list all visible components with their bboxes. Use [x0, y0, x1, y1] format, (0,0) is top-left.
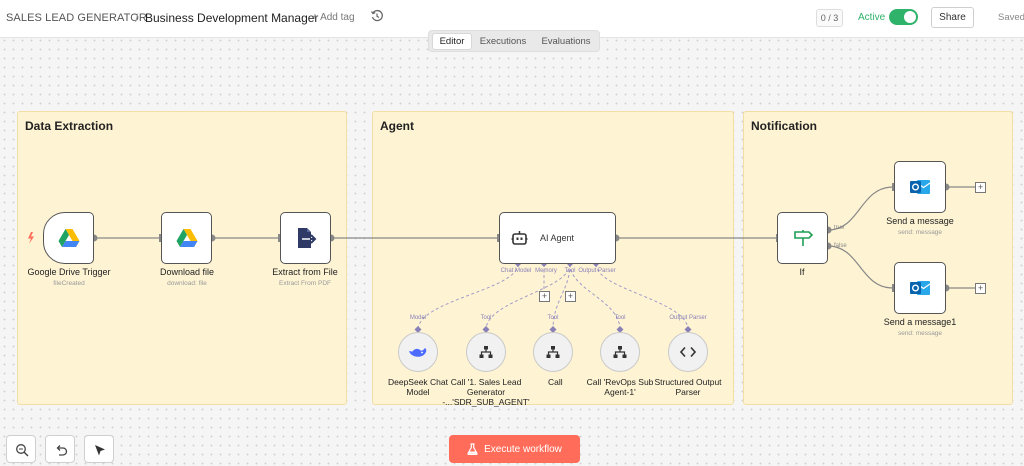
- cursor-icon: [95, 445, 105, 456]
- undo-button[interactable]: [45, 435, 75, 463]
- sitemap-icon: [546, 346, 560, 358]
- execute-workflow-button[interactable]: Execute workflow: [449, 435, 580, 463]
- node-subtitle: fileCreated: [53, 280, 85, 287]
- port-label-chat-model: Chat Model: [500, 268, 532, 274]
- sub-port-label: Tool: [614, 315, 626, 321]
- sub-node-label: Structured Output Parser: [648, 377, 728, 397]
- branch-label-true: true: [834, 225, 845, 231]
- node-send-message[interactable]: [894, 161, 946, 213]
- label-line: Model: [406, 387, 430, 397]
- label-line: Call '1. Sales Lead: [450, 377, 522, 387]
- port-label-output-parser: Output Parser: [578, 268, 616, 274]
- add-memory-button[interactable]: +: [539, 291, 550, 302]
- robot-icon: [511, 231, 528, 245]
- node-if[interactable]: [777, 212, 828, 264]
- sub-port-label: Output Parser: [669, 315, 707, 321]
- undo-icon: [56, 445, 68, 456]
- port-label-tool: Tool: [564, 268, 576, 274]
- node-download-file[interactable]: [161, 212, 212, 264]
- sub-node-label: Call 'RevOps Sub Agent-1': [585, 377, 655, 397]
- node-label: Send a message1: [883, 317, 957, 327]
- node-google-drive-trigger[interactable]: [43, 212, 94, 264]
- node-call-sdr-sub-agent[interactable]: [533, 332, 573, 372]
- node-extract-from-file[interactable]: [280, 212, 331, 264]
- connection-line: [827, 245, 894, 289]
- label-line: Call 'RevOps Sub: [586, 377, 654, 387]
- zoom-to-fit-button[interactable]: [6, 435, 36, 463]
- google-drive-icon: [176, 229, 197, 247]
- deepseek-whale-icon: [409, 348, 427, 357]
- node-subtitle: Extract From PDF: [278, 280, 332, 287]
- label-line: Call: [548, 377, 563, 387]
- node-label: Google Drive Trigger: [27, 267, 111, 277]
- node-label: If: [799, 267, 805, 277]
- node-label: Download file: [159, 267, 215, 277]
- selection-mode-button[interactable]: [84, 435, 114, 463]
- outlook-icon: [910, 281, 931, 295]
- file-export-icon: [297, 228, 316, 248]
- node-label: AI Agent: [540, 233, 575, 243]
- label-line: Agent-1': [604, 387, 636, 397]
- label-line: Parser: [675, 387, 701, 397]
- port-label-memory: Memory: [535, 268, 557, 274]
- trigger-bolt-icon: [28, 232, 34, 244]
- node-label: Send a message: [886, 216, 954, 226]
- sub-port-label: Tool: [547, 315, 559, 321]
- connection-line: [827, 186, 894, 231]
- node-call-sales-lead-generator[interactable]: [466, 332, 506, 372]
- code-brackets-icon: [680, 346, 696, 358]
- sub-node-label: Call '1. Sales Lead Generator -...'SDR_SU…: [441, 377, 531, 407]
- sitemap-icon: [613, 346, 627, 358]
- node-subtitle: send: message: [897, 229, 943, 236]
- add-node-button[interactable]: +: [975, 283, 986, 294]
- zoom-icon: [16, 444, 29, 457]
- label-line: Structured Output: [654, 377, 722, 387]
- label-line: DeepSeek Chat: [387, 377, 448, 387]
- flask-icon: [467, 443, 478, 455]
- sub-port-label: Tool: [480, 315, 492, 321]
- signpost-icon: [793, 230, 813, 246]
- branch-label-false: false: [834, 243, 847, 249]
- node-structured-output-parser[interactable]: [668, 332, 708, 372]
- add-node-button[interactable]: +: [975, 182, 986, 193]
- sub-node-label: Call: [548, 377, 563, 387]
- node-call-revops-sub-agent[interactable]: [600, 332, 640, 372]
- google-drive-icon: [58, 229, 79, 247]
- node-subtitle: download: file: [167, 280, 207, 287]
- execute-workflow-label: Execute workflow: [484, 443, 562, 455]
- node-label: Extract from File: [272, 267, 338, 277]
- add-tool-button[interactable]: +: [565, 291, 576, 302]
- node-deepseek-chat-model[interactable]: [398, 332, 438, 372]
- sub-port-label: Model: [409, 315, 427, 321]
- outlook-icon: [910, 180, 931, 194]
- node-send-message1[interactable]: [894, 262, 946, 314]
- sitemap-icon: [479, 346, 493, 358]
- node-subtitle: send: message: [897, 330, 943, 337]
- label-line: Generator -...'SDR_SUB_AGENT': [442, 387, 530, 407]
